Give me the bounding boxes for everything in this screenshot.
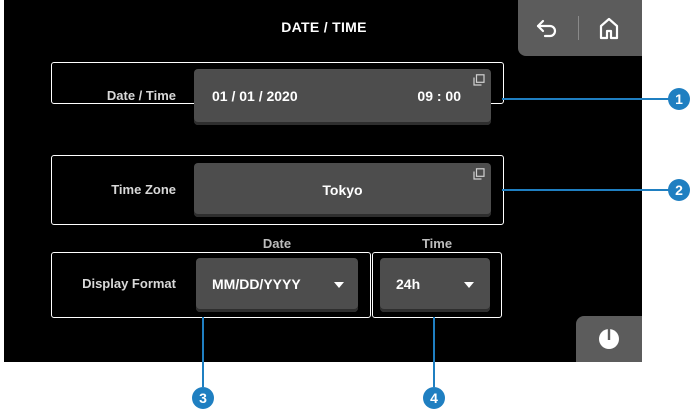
home-button[interactable] xyxy=(580,0,638,56)
open-popup-icon xyxy=(473,168,485,180)
date-format-value: MM/DD/YYYY xyxy=(212,276,301,292)
open-popup-icon xyxy=(473,74,485,86)
callout-line-4 xyxy=(433,317,435,387)
nav-divider xyxy=(578,16,579,40)
time-column-header: Time xyxy=(421,236,453,251)
date-format-dropdown[interactable]: MM/DD/YYYY xyxy=(196,258,358,312)
time-format-dropdown[interactable]: 24h xyxy=(380,258,490,312)
chevron-down-icon xyxy=(334,282,344,288)
time-zone-value: Tokyo xyxy=(322,182,363,198)
callout-badge-3: 3 xyxy=(192,387,214,409)
touch-screen: DATE / TIME Date / Time 01 / 01 / 2020 0… xyxy=(4,0,642,362)
power-icon xyxy=(599,329,619,349)
back-arrow-icon xyxy=(536,19,557,38)
nav-button-group xyxy=(518,0,642,56)
date-value: 01 / 01 / 2020 xyxy=(212,88,298,104)
date-column-header: Date xyxy=(262,236,292,251)
time-value: 09 : 00 xyxy=(417,88,461,104)
time-zone-field[interactable]: Tokyo xyxy=(194,163,491,217)
callout-line-1 xyxy=(502,98,670,100)
display-format-label: Display Format xyxy=(82,276,176,291)
callout-badge-1: 1 xyxy=(668,88,690,110)
date-time-label: Date / Time xyxy=(106,88,176,103)
time-format-value: 24h xyxy=(396,276,421,292)
callout-badge-2: 2 xyxy=(668,179,690,201)
callout-line-2 xyxy=(502,189,670,191)
page-title: DATE / TIME xyxy=(281,19,367,35)
chevron-down-icon xyxy=(464,282,474,288)
time-zone-label: Time Zone xyxy=(111,182,176,197)
callout-line-3 xyxy=(202,317,204,387)
date-time-field[interactable]: 01 / 01 / 2020 09 : 00 xyxy=(194,69,491,125)
callout-badge-4: 4 xyxy=(423,387,445,409)
home-icon xyxy=(599,17,619,40)
back-button[interactable] xyxy=(518,0,576,56)
standby-button[interactable] xyxy=(576,316,642,362)
